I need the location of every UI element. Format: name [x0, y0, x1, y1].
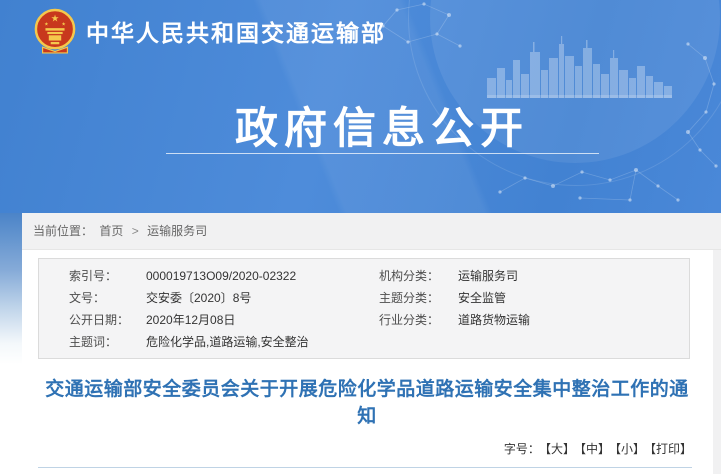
meta-value-empty — [458, 331, 689, 353]
site-name: 中华人民共和国交通运输部 — [86, 14, 386, 48]
meta-label-empty — [379, 331, 458, 353]
left-gradient-decoration — [0, 213, 22, 474]
breadcrumb-separator-icon: > — [132, 224, 139, 238]
page-title: 政府信息公开 — [62, 94, 702, 156]
breadcrumb: 当前位置： 首页 > 运输服务司 — [22, 213, 721, 250]
metadata-row-docnumber: 文号： 交安委〔2020〕8号 主题分类： 安全监管 — [39, 287, 689, 309]
meta-label-topic-category: 主题分类： — [379, 287, 458, 309]
svg-text:★: ★ — [44, 21, 48, 27]
site-logo[interactable]: ★ ★ ★ 中华人民共和国交通运输部 — [34, 7, 386, 55]
meta-label-industry-category: 行业分类： — [379, 309, 458, 331]
meta-value-topic-category: 安全监管 — [458, 287, 689, 309]
meta-label-org-category: 机构分类： — [379, 265, 458, 287]
meta-value-pubdate: 2020年12月08日 — [146, 309, 379, 331]
font-size-toolbar: 字号： 【大】【中】【小】【打印】 — [504, 440, 692, 457]
font-size-label: 字号： — [504, 442, 540, 456]
meta-value-industry-category: 道路货物运输 — [458, 309, 689, 331]
font-size-small-button[interactable]: 【小】 — [615, 442, 645, 456]
meta-value-keywords: 危险化学品,道路运输,安全整治 — [146, 331, 379, 353]
meta-value-org-category: 运输服务司 — [458, 265, 689, 287]
meta-label-keywords: 主题词： — [69, 331, 146, 353]
content-divider — [38, 467, 692, 468]
page-title-underline — [166, 153, 599, 154]
meta-value-docnumber: 交安委〔2020〕8号 — [146, 287, 379, 309]
meta-value-index: 000019713O09/2020-02322 — [146, 265, 379, 287]
meta-label-docnumber: 文号： — [69, 287, 146, 309]
breadcrumb-label: 当前位置： — [33, 224, 93, 238]
document-title: 交通运输部安全委员会关于开展危险化学品道路运输安全集中整治工作的通知 — [42, 376, 692, 430]
breadcrumb-department-link[interactable]: 运输服务司 — [147, 224, 207, 238]
svg-text:★: ★ — [51, 13, 60, 24]
meta-label-pubdate: 公开日期： — [69, 309, 146, 331]
metadata-row-pubdate: 公开日期： 2020年12月08日 行业分类： 道路货物运输 — [39, 309, 689, 331]
document-metadata-table: 索引号： 000019713O09/2020-02322 机构分类： 运输服务司… — [38, 258, 690, 359]
metadata-row-keywords: 主题词： 危险化学品,道路运输,安全整治 — [39, 331, 689, 353]
meta-label-index: 索引号： — [69, 265, 146, 287]
breadcrumb-home-link[interactable]: 首页 — [99, 224, 123, 238]
metadata-row-index: 索引号： 000019713O09/2020-02322 机构分类： 运输服务司 — [39, 265, 689, 287]
font-size-large-button[interactable]: 【大】 — [545, 442, 575, 456]
national-emblem-icon: ★ ★ ★ — [34, 7, 76, 55]
svg-text:★: ★ — [61, 21, 65, 27]
print-button[interactable]: 【打印】 — [650, 442, 692, 456]
site-banner: ★ ★ ★ 中华人民共和国交通运输部 政府信息公开 — [0, 0, 721, 213]
content-card: 索引号： 000019713O09/2020-02322 机构分类： 运输服务司… — [22, 250, 713, 474]
font-size-medium-button[interactable]: 【中】 — [580, 442, 610, 456]
